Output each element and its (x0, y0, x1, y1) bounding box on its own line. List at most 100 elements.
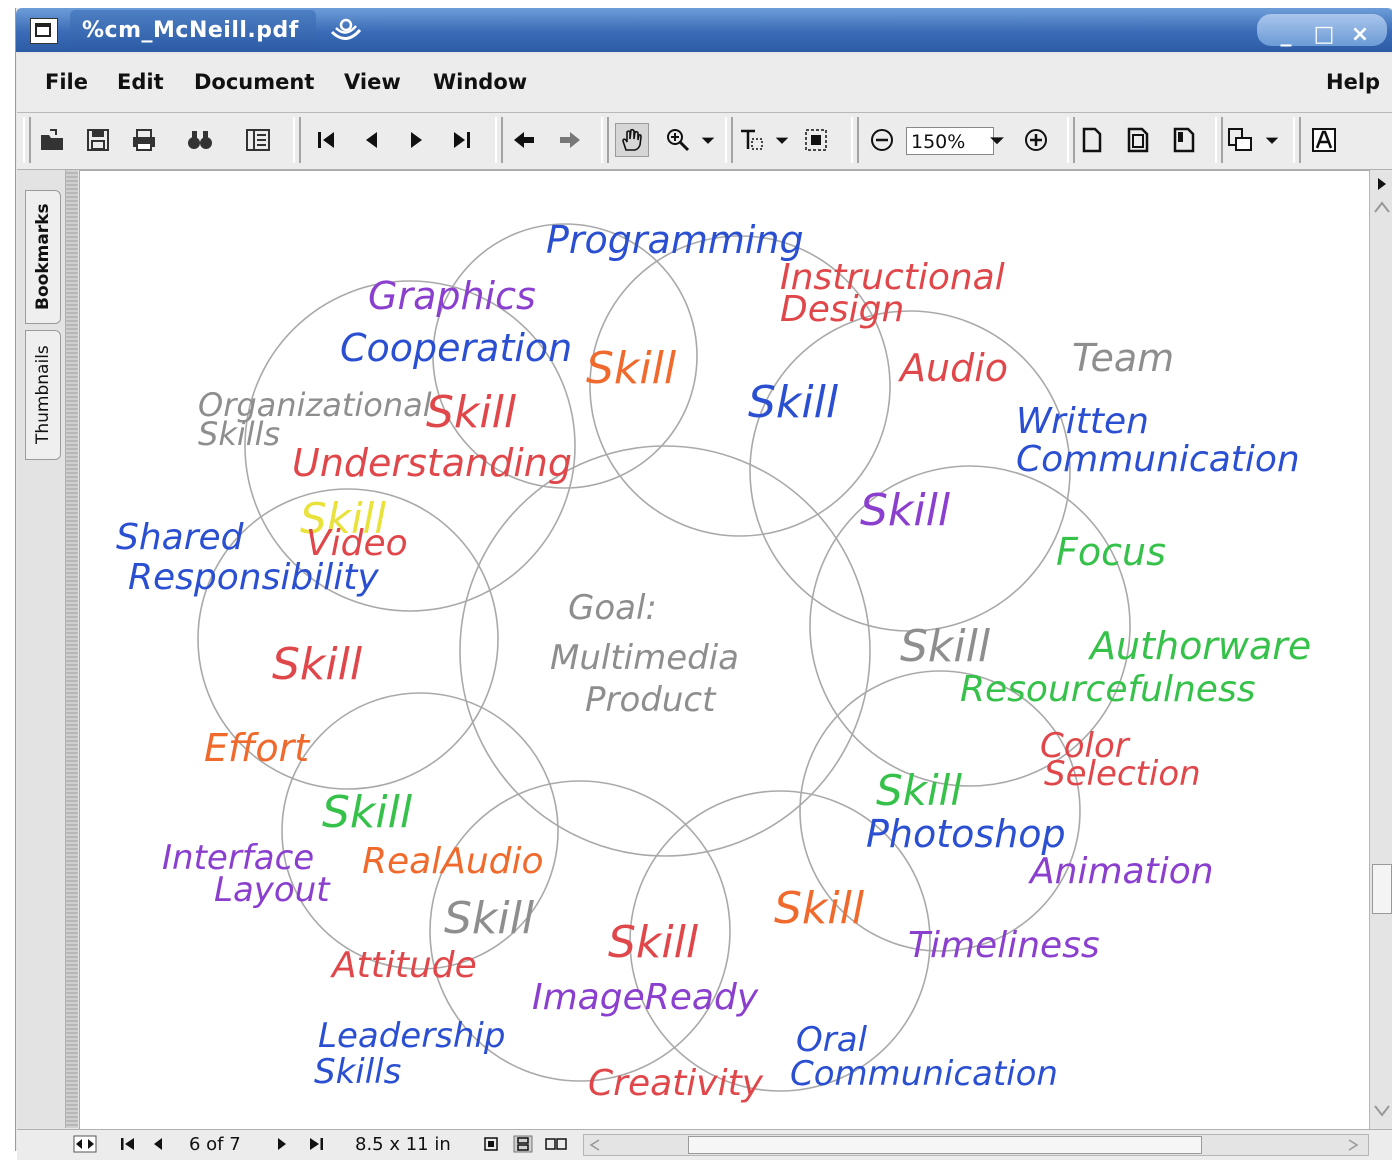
continuous-layout-icon[interactable] (513, 1135, 533, 1153)
menu-file[interactable]: File (45, 70, 88, 94)
word-skill-blue-top: Skill (748, 377, 839, 428)
scroll-left-icon[interactable] (588, 1138, 602, 1152)
zoom-in-icon[interactable] (1019, 123, 1053, 157)
tab-thumbnails[interactable]: Thumbnails (25, 330, 61, 460)
close-button[interactable]: × (1345, 20, 1375, 50)
swirl-icon[interactable] (328, 16, 364, 44)
status-next-page-icon[interactable] (275, 1137, 289, 1151)
last-page-icon[interactable] (445, 123, 479, 157)
toolbar-separator (1067, 117, 1075, 163)
toolbar-grip[interactable] (23, 117, 31, 163)
status-previous-page-icon[interactable] (151, 1137, 165, 1151)
goal-label: Goal: (568, 588, 657, 628)
vertical-scroll-thumb[interactable] (1372, 864, 1392, 914)
rotate-dropdown-icon[interactable] (1261, 123, 1283, 157)
tab-bookmarks[interactable]: Bookmarks (25, 190, 61, 324)
hand-tool-icon[interactable] (615, 123, 649, 157)
actual-size-icon[interactable] (1075, 123, 1109, 157)
menu-document[interactable]: Document (194, 70, 314, 94)
document-view[interactable]: Goal: Multimedia Product Programming Ins… (79, 170, 1370, 1130)
previous-page-icon[interactable] (355, 123, 389, 157)
fit-width-icon[interactable] (1167, 123, 1201, 157)
pane-splitter[interactable] (66, 170, 78, 1128)
find-binoculars-icon[interactable] (183, 123, 217, 157)
open-icon[interactable] (35, 123, 69, 157)
word-skill-red-mid: Skill (272, 639, 363, 690)
adobe-online-icon[interactable] (1307, 123, 1341, 157)
zoom-level-input[interactable]: 150% (906, 127, 994, 155)
word-oral-communication: Communication (790, 1054, 1058, 1094)
zoom-tool-dropdown-icon[interactable] (697, 123, 719, 157)
word-realaudio: RealAudio (362, 841, 544, 882)
status-bar: 6 of 7 8.5 x 11 in (17, 1129, 1392, 1160)
word-creativity: Creativity (588, 1063, 764, 1104)
select-tool-dropdown-icon[interactable] (771, 123, 793, 157)
title-tab[interactable]: %cm_McNeill.pdf (70, 10, 316, 50)
single-page-layout-icon[interactable] (483, 1136, 499, 1152)
toolbar-separator (1293, 117, 1301, 163)
next-page-icon[interactable] (399, 123, 433, 157)
word-leadership-skills: Skills (314, 1052, 401, 1092)
fit-page-icon[interactable] (1121, 123, 1155, 157)
maximize-button[interactable]: □ (1309, 20, 1339, 50)
scroll-up-icon[interactable] (1373, 200, 1391, 214)
minimize-button[interactable]: _ (1271, 20, 1301, 50)
go-back-icon[interactable] (507, 123, 541, 157)
goal-product: Product (585, 680, 717, 720)
zoom-out-icon[interactable] (865, 123, 899, 157)
word-video: Video (306, 523, 408, 564)
acrobat-app-icon[interactable] (30, 18, 58, 44)
title-bar[interactable]: %cm_McNeill.pdf _ □ × (16, 8, 1392, 52)
toolbar: 150% (17, 113, 1392, 170)
print-icon[interactable] (127, 123, 161, 157)
show-navigation-pane-icon[interactable] (241, 123, 275, 157)
word-leadership: Leadership (318, 1016, 505, 1056)
menu-window[interactable]: Window (433, 70, 527, 94)
toolbar-separator (293, 117, 301, 163)
word-written: Written (1016, 401, 1149, 442)
word-programming: Programming (546, 218, 804, 262)
window-controls: _ □ × (1257, 14, 1387, 47)
status-last-page-icon[interactable] (307, 1137, 325, 1151)
menu-help[interactable]: Help (1326, 70, 1380, 94)
horizontal-scrollbar[interactable] (583, 1134, 1369, 1156)
word-skill-orange-top: Skill (586, 343, 677, 394)
text-select-tool-icon[interactable] (735, 123, 769, 157)
first-page-icon[interactable] (309, 123, 343, 157)
status-first-page-icon[interactable] (119, 1137, 137, 1151)
word-attitude: Attitude (330, 945, 477, 986)
word-authorware: Authorware (1087, 624, 1311, 668)
word-skill-gray-bottom: Skill (444, 893, 535, 944)
zoom-level-dropdown-icon[interactable] (985, 123, 1009, 157)
page-indicator[interactable]: 6 of 7 (189, 1134, 241, 1155)
word-skill-green-right: Skill (876, 766, 962, 815)
goal-multimedia: Multimedia (550, 638, 739, 678)
go-forward-icon[interactable] (553, 123, 587, 157)
scroll-right-icon[interactable] (1346, 1138, 1360, 1152)
snapshot-tool-icon[interactable] (799, 123, 833, 157)
word-shared: Shared (116, 517, 245, 558)
menu-edit[interactable]: Edit (117, 70, 164, 94)
facing-pages-layout-icon[interactable] (545, 1136, 567, 1152)
word-layout: Layout (214, 870, 331, 910)
scroll-down-icon[interactable] (1373, 1104, 1391, 1118)
menu-view[interactable]: View (344, 70, 401, 94)
vertical-scrollbar[interactable] (1369, 170, 1392, 1128)
page-right-arrow-icon[interactable] (1376, 176, 1388, 192)
rotate-view-icon[interactable] (1223, 123, 1257, 157)
word-timeliness: Timeliness (908, 925, 1100, 966)
word-selection: Selection (1044, 754, 1201, 794)
word-skill-green-left: Skill (322, 787, 413, 838)
toolbar-separator (851, 117, 859, 163)
save-icon[interactable] (81, 123, 115, 157)
word-imageready: ImageReady (532, 977, 759, 1018)
horizontal-scroll-thumb[interactable] (688, 1136, 1202, 1154)
toolbar-separator (1215, 117, 1223, 163)
word-cooperation: Cooperation (340, 326, 572, 370)
hide-status-icon[interactable] (73, 1135, 97, 1153)
word-photoshop: Photoshop (866, 812, 1066, 856)
word-focus: Focus (1056, 530, 1166, 574)
navigation-pane-tabs: Bookmarks Thumbnails (17, 170, 66, 1128)
word-skill-orange-bottom: Skill (774, 883, 865, 934)
zoom-in-tool-icon[interactable] (661, 123, 695, 157)
